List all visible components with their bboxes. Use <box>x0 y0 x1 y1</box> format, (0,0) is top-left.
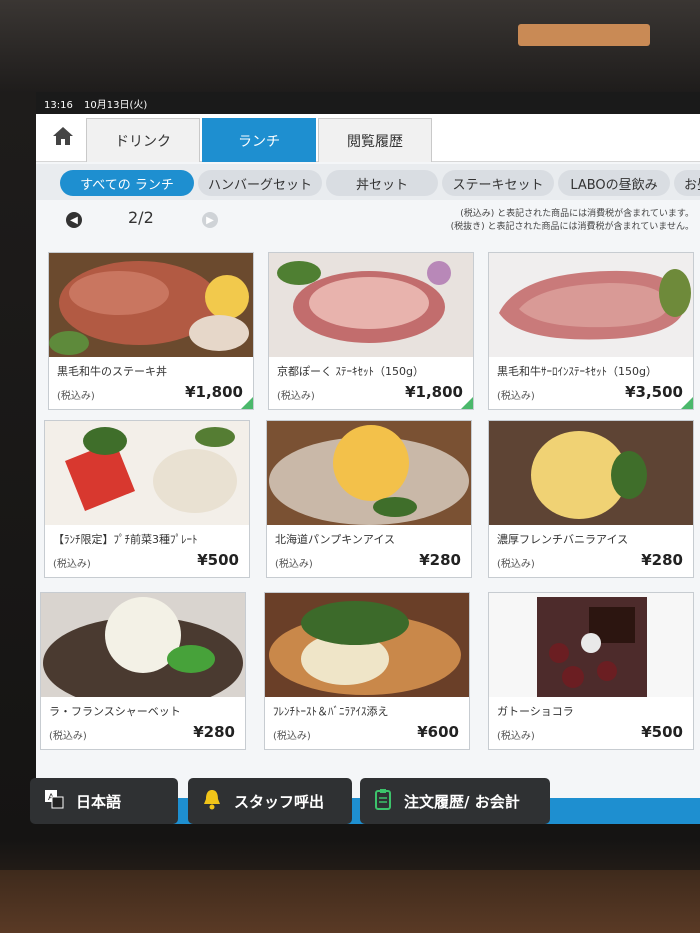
menu-item-card[interactable]: 黒毛和牛のステーキ丼 (税込み) ¥1,800 <box>48 252 254 410</box>
category-donburi-set[interactable]: 丼セット <box>326 170 438 196</box>
pager: ◀ 2/2 ▶ (税込み) と表記された商品には消費税が含まれています。 (税抜… <box>36 204 700 238</box>
item-name: ﾌﾚﾝﾁﾄｰｽﾄ＆ﾊﾞﾆﾗｱｲｽ添え <box>273 705 389 718</box>
order-history-button[interactable]: 注文履歴/ お会計 <box>360 778 550 824</box>
item-price: ¥500 <box>197 551 239 569</box>
food-photo <box>49 253 253 357</box>
category-labo-lunch-drink[interactable]: LABOの昼飲み <box>558 170 670 196</box>
staff-call-button[interactable]: スタッフ呼出 <box>188 778 352 824</box>
item-price: ¥1,800 <box>405 383 463 401</box>
item-price: ¥500 <box>641 723 683 741</box>
tab-history[interactable]: 閲覧履歴 <box>318 118 432 162</box>
order-history-label: 注文履歴/ お会計 <box>404 792 520 811</box>
category-steak-set[interactable]: ステーキセット <box>442 170 554 196</box>
item-price: ¥280 <box>641 551 683 569</box>
tab-lunch[interactable]: ランチ <box>202 118 316 162</box>
table-surface <box>0 870 700 933</box>
food-photo <box>265 593 469 697</box>
item-tax-label: (税込み) <box>57 391 95 402</box>
menu-item-card[interactable]: ラ・フランスシャーベット (税込み) ¥280 <box>40 592 246 750</box>
item-tax-label: (税込み) <box>49 731 87 742</box>
item-tax-label: (税込み) <box>53 559 91 570</box>
food-photo <box>489 421 693 525</box>
menu-item-card[interactable]: 黒毛和牛ｻｰﾛｲﾝｽﾃｰｷｾｯﾄ（150g） (税込み) ¥3,500 <box>488 252 694 410</box>
item-price: ¥280 <box>193 723 235 741</box>
category-bar: すべての ランチ ハンバーグセット 丼セット ステーキセット LABOの昼飲み … <box>36 164 700 200</box>
food-photo <box>45 421 249 525</box>
item-price: ¥600 <box>417 723 459 741</box>
food-photo <box>489 253 693 357</box>
status-time: 13:16 <box>44 100 73 111</box>
item-corner-badge <box>681 397 693 409</box>
item-tax-label: (税込み) <box>273 731 311 742</box>
status-date: 10月13日(火) <box>84 100 148 111</box>
bell-icon <box>202 788 222 814</box>
item-corner-badge <box>461 397 473 409</box>
menu-item-card[interactable]: 京都ぽーく ｽﾃｰｷｾｯﾄ（150g） (税込み) ¥1,800 <box>268 252 474 410</box>
language-label: 日本語 <box>76 792 122 811</box>
category-hamburg-set[interactable]: ハンバーグセット <box>198 170 322 196</box>
food-photo <box>489 593 693 697</box>
item-tax-label: (税込み) <box>277 391 315 402</box>
item-tax-label: (税込み) <box>275 559 313 570</box>
item-price: ¥3,500 <box>625 383 683 401</box>
prev-page-button[interactable]: ◀ <box>66 212 82 228</box>
tax-note-line1: (税込み) と表記された商品には消費税が含まれています。 <box>460 209 694 219</box>
next-page-button[interactable]: ▶ <box>202 212 218 228</box>
food-photo <box>267 421 471 525</box>
item-tax-label: (税込み) <box>497 391 535 402</box>
category-more[interactable]: お昼 <box>674 170 700 196</box>
top-navigation: ドリンク ランチ 閲覧履歴 <box>36 114 700 162</box>
item-name: 北海道パンプキンアイス <box>275 533 396 546</box>
language-button[interactable]: A 日本語 <box>30 778 178 824</box>
bottom-toolbar: A 日本語 スタッフ呼出 注文履歴/ お会計 <box>30 778 670 826</box>
home-button[interactable] <box>44 120 82 156</box>
home-icon <box>51 125 75 151</box>
page-indicator: 2/2 <box>128 208 154 227</box>
item-name: 濃厚フレンチバニラアイス <box>497 533 629 546</box>
arrow-left-icon: ◀ <box>70 214 78 226</box>
status-bar: 13:16 10月13日(火) <box>36 92 700 114</box>
item-corner-badge <box>241 397 253 409</box>
menu-item-card[interactable]: ガトーショコラ (税込み) ¥500 <box>488 592 694 750</box>
staff-call-label: スタッフ呼出 <box>234 792 325 811</box>
food-photo <box>269 253 473 357</box>
item-name: 黒毛和牛ｻｰﾛｲﾝｽﾃｰｷｾｯﾄ（150g） <box>497 365 657 378</box>
item-name: ラ・フランスシャーベット <box>49 705 181 718</box>
language-icon: A <box>44 789 64 813</box>
item-name: ガトーショコラ <box>497 705 574 718</box>
menu-item-card[interactable]: ﾌﾚﾝﾁﾄｰｽﾄ＆ﾊﾞﾆﾗｱｲｽ添え (税込み) ¥600 <box>264 592 470 750</box>
item-name: 京都ぽーく ｽﾃｰｷｾｯﾄ（150g） <box>277 365 424 378</box>
bezel-accent <box>518 24 650 46</box>
item-price: ¥280 <box>419 551 461 569</box>
tax-note: (税込み) と表記された商品には消費税が含まれています。 (税抜き) と表記され… <box>451 208 694 234</box>
tab-drink[interactable]: ドリンク <box>86 118 200 162</box>
menu-item-card[interactable]: 北海道パンプキンアイス (税込み) ¥280 <box>266 420 472 578</box>
menu-item-card[interactable]: 濃厚フレンチバニラアイス (税込み) ¥280 <box>488 420 694 578</box>
menu-item-card[interactable]: 【ﾗﾝﾁ限定】ﾌﾟﾁ前菜3種ﾌﾟﾚｰﾄ (税込み) ¥500 <box>44 420 250 578</box>
item-tax-label: (税込み) <box>497 559 535 570</box>
item-tax-label: (税込み) <box>497 731 535 742</box>
category-all-lunch[interactable]: すべての ランチ <box>60 170 194 196</box>
food-photo <box>41 593 245 697</box>
tax-note-line2: (税抜き) と表記された商品には消費税が含まれていません。 <box>450 222 694 232</box>
item-name: 【ﾗﾝﾁ限定】ﾌﾟﾁ前菜3種ﾌﾟﾚｰﾄ <box>53 533 198 546</box>
item-name: 黒毛和牛のステーキ丼 <box>57 365 167 378</box>
clipboard-icon <box>374 788 392 814</box>
arrow-right-icon: ▶ <box>206 214 214 226</box>
item-price: ¥1,800 <box>185 383 243 401</box>
tablet-screen: 13:16 10月13日(火) ドリンク ランチ 閲覧履歴 すべての ランチ ハ… <box>36 92 700 824</box>
